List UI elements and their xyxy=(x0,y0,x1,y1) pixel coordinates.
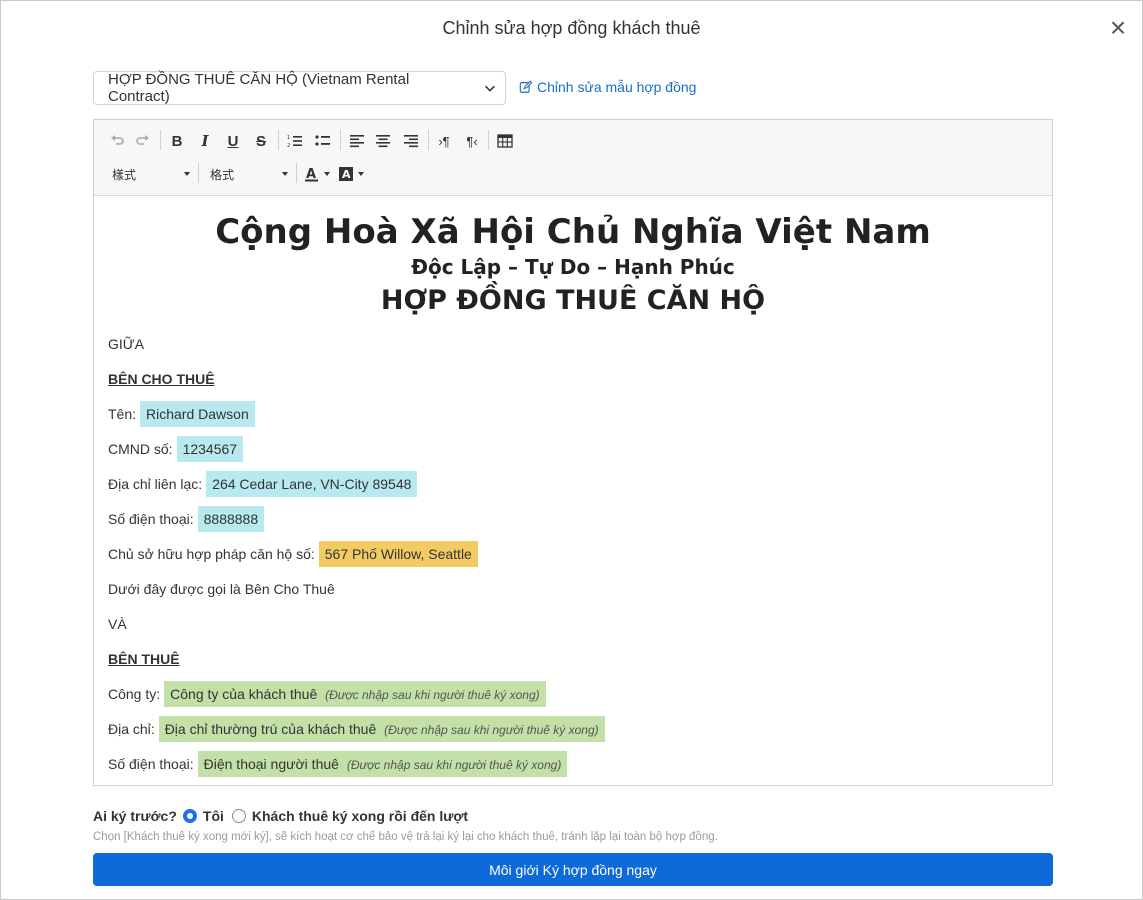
undo-icon[interactable] xyxy=(108,130,126,152)
align-center-icon[interactable] xyxy=(374,130,392,152)
close-icon[interactable]: × xyxy=(1106,14,1130,42)
landlord-section-title: BÊN CHO THUÊ xyxy=(108,371,215,387)
document-content[interactable]: Cộng Hoà Xã Hội Chủ Nghĩa Việt Nam Độc L… xyxy=(94,197,1052,785)
owner-unit-field[interactable]: 567 Phố Willow, Seattle xyxy=(318,541,478,567)
edit-icon xyxy=(519,80,533,93)
modal-title: Chỉnh sửa hợp đồng khách thuê xyxy=(442,18,701,38)
radio-sign-me-label[interactable]: Tôi xyxy=(203,808,224,824)
style-dropdown-label: 樣式 xyxy=(112,167,137,182)
tenant-address-hint: (Được nhập sau khi người thuê ký xong) xyxy=(384,723,599,737)
chevron-down-icon xyxy=(485,85,495,92)
format-dropdown-label: 格式 xyxy=(210,167,235,182)
strikethrough-icon[interactable]: S xyxy=(252,130,270,152)
contract-template-select[interactable]: HỢP ĐỒNG THUÊ CĂN HỘ (Vietnam Rental Con… xyxy=(93,71,506,105)
ordered-list-icon[interactable]: 12 xyxy=(286,130,304,152)
landlord-section-line: BÊN CHO THUÊ xyxy=(108,366,215,392)
edit-template-link[interactable]: Chỉnh sửa mẫu hợp đồng xyxy=(519,79,696,95)
format-dropdown[interactable]: 格式 xyxy=(210,164,288,184)
landlord-note: Dưới đây được gọi là Bên Cho Thuê xyxy=(108,581,335,597)
owner-unit-label: Chủ sở hữu hợp pháp căn hộ số: xyxy=(108,546,315,562)
edit-contract-modal: Chỉnh sửa hợp đồng khách thuê × HỢP ĐỒNG… xyxy=(0,0,1143,900)
tenant-address-line: Địa chỉ: Địa chỉ thường trú của khách th… xyxy=(108,716,605,742)
tenant-company-hint: (Được nhập sau khi người thuê ký xong) xyxy=(325,688,540,702)
svg-text:A: A xyxy=(342,168,351,181)
landlord-id-field[interactable]: 1234567 xyxy=(176,436,244,462)
align-left-icon[interactable] xyxy=(348,130,366,152)
landlord-address-label: Địa chỉ liên lạc: xyxy=(108,476,203,492)
tenant-address-label: Địa chỉ: xyxy=(108,721,155,737)
tenant-phone-hint: (Được nhập sau khi người thuê ký xong) xyxy=(346,758,562,772)
tenant-company-value: Công ty của khách thuê xyxy=(170,686,318,702)
between-text: GIỮA xyxy=(108,336,145,352)
svg-text:1: 1 xyxy=(287,135,290,141)
tenant-address-field[interactable]: Địa chỉ thường trú của khách thuê (Được … xyxy=(158,716,605,742)
tenant-phone-label: Số điện thoại: xyxy=(108,756,194,772)
and-text: VÀ xyxy=(108,616,127,632)
tenant-phone-value: Điện thoại người thuê xyxy=(203,756,339,772)
and-line: VÀ xyxy=(108,611,127,637)
edit-template-label: Chỉnh sửa mẫu hợp đồng xyxy=(537,79,697,95)
tenant-address-value: Địa chỉ thường trú của khách thuê xyxy=(164,721,377,737)
text-color-icon[interactable]: A xyxy=(304,164,330,184)
table-icon[interactable] xyxy=(496,130,514,152)
align-right-icon[interactable] xyxy=(402,130,420,152)
landlord-id-label: CMND số: xyxy=(108,441,173,457)
ltr-direction-icon[interactable]: ›¶ xyxy=(434,130,454,152)
landlord-phone-label: Số điện thoại: xyxy=(108,511,194,527)
background-color-icon[interactable]: A xyxy=(338,164,364,184)
radio-sign-tenant-first-label[interactable]: Khách thuê ký xong rồi đến lượt xyxy=(252,808,468,824)
underline-icon[interactable]: U xyxy=(224,130,242,152)
landlord-id-line: CMND số: 1234567 xyxy=(108,436,244,462)
tenant-phone-field[interactable]: Điện thoại người thuê (Được nhập sau khi… xyxy=(197,751,568,777)
landlord-note-line: Dưới đây được gọi là Bên Cho Thuê xyxy=(108,576,335,602)
style-dropdown[interactable]: 樣式 xyxy=(112,164,190,184)
tenant-section-line: BÊN THUÊ xyxy=(108,646,180,672)
tenant-company-field[interactable]: Công ty của khách thuê (Được nhập sau kh… xyxy=(164,681,546,707)
rtl-direction-icon[interactable]: ¶‹ xyxy=(462,130,482,152)
tenant-company-line: Công ty: Công ty của khách thuê (Được nh… xyxy=(108,681,546,707)
doc-heading-contract: HỢP ĐỒNG THUÊ CĂN HỘ xyxy=(380,285,766,316)
rich-text-editor: B I U S 12 ›¶ ¶‹ 樣式 格式 A A Cộng Hoà Xã H… xyxy=(93,119,1053,786)
bullet-list-icon[interactable] xyxy=(314,130,332,152)
tenant-phone-line: Số điện thoại: Điện thoại người thuê (Đư… xyxy=(108,751,568,777)
landlord-name-line: Tên: Richard Dawson xyxy=(108,401,255,427)
landlord-phone-field[interactable]: 8888888 xyxy=(197,506,265,532)
doc-heading-national: Cộng Hoà Xã Hội Chủ Nghĩa Việt Nam xyxy=(215,212,931,252)
italic-icon[interactable]: I xyxy=(196,130,214,152)
tenant-company-label: Công ty: xyxy=(108,686,161,702)
between-line: GIỮA xyxy=(108,331,144,357)
landlord-name-label: Tên: xyxy=(108,406,137,422)
bold-icon[interactable]: B xyxy=(168,130,186,152)
signing-helper-text: Chọn [Khách thuê ký xong mới ký], sẽ kíc… xyxy=(93,831,718,843)
owner-unit-line: Chủ sở hữu hợp pháp căn hộ số: 567 Phố W… xyxy=(108,541,478,567)
tenant-section-title: BÊN THUÊ xyxy=(108,651,180,667)
radio-sign-tenant-first[interactable] xyxy=(231,809,246,823)
landlord-name-field[interactable]: Richard Dawson xyxy=(140,401,255,427)
broker-sign-button[interactable]: Môi giới Ký hợp đồng ngay xyxy=(93,853,1053,886)
editor-toolbar: B I U S 12 ›¶ ¶‹ 樣式 格式 A A xyxy=(94,120,1052,196)
radio-sign-me[interactable] xyxy=(182,809,197,823)
signing-order-row: Ai ký trước? Tôi Khách thuê ký xong rồi … xyxy=(93,808,476,824)
landlord-phone-line: Số điện thoại: 8888888 xyxy=(108,506,265,532)
template-select-value: HỢP ĐỒNG THUÊ CĂN HỘ (Vietnam Rental Con… xyxy=(108,71,410,105)
doc-heading-motto: Độc Lập – Tự Do – Hạnh Phúc xyxy=(411,255,735,279)
svg-text:2: 2 xyxy=(287,143,290,149)
landlord-address-field[interactable]: 264 Cedar Lane, VN-City 89548 xyxy=(206,471,418,497)
signing-question: Ai ký trước? xyxy=(93,808,177,824)
landlord-address-line: Địa chỉ liên lạc: 264 Cedar Lane, VN-Cit… xyxy=(108,471,418,497)
redo-icon[interactable] xyxy=(134,130,152,152)
